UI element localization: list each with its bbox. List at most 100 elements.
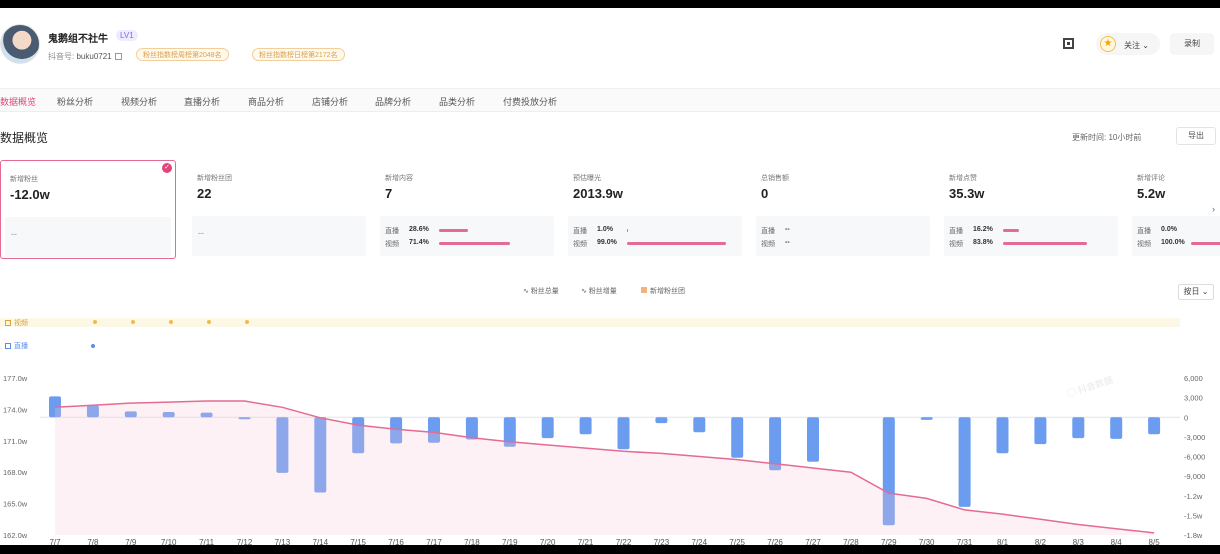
x-tick: 7/16 bbox=[388, 538, 404, 545]
tab-6[interactable]: 品牌分析 bbox=[375, 95, 411, 108]
x-tick: 7/20 bbox=[540, 538, 556, 545]
x-tick: 7/13 bbox=[275, 538, 291, 545]
split-pct: 71.4% bbox=[409, 239, 429, 246]
bar-fans-increment[interactable] bbox=[1072, 417, 1085, 439]
y-tick-left: 168.0w bbox=[3, 468, 28, 477]
metric-card[interactable]: ✓ 新增粉丝 -12.0w -- bbox=[0, 160, 176, 259]
line-icon: ∿ bbox=[523, 288, 531, 295]
app-window: 鬼鹅组不社牛 LV1 抖音号: buku0721 粉丝指数榜周榜第2048名 粉… bbox=[0, 8, 1220, 545]
x-tick: 8/4 bbox=[1111, 538, 1123, 545]
bar-fans-increment[interactable] bbox=[655, 417, 668, 424]
y-tick-right: -1.5w bbox=[1184, 511, 1203, 520]
tab-1[interactable]: 粉丝分析 bbox=[57, 95, 93, 108]
y-tick-right: -6,000 bbox=[1184, 453, 1205, 462]
granularity-select[interactable]: 按日 ⌄ bbox=[1178, 284, 1214, 300]
avatar[interactable] bbox=[0, 24, 40, 64]
split-row: 直播 16.2% bbox=[949, 226, 1019, 236]
star-icon[interactable]: ★ bbox=[1100, 36, 1116, 52]
split-name: 视频 bbox=[385, 241, 399, 248]
bar-fans-increment[interactable] bbox=[731, 417, 744, 458]
cards-next-arrow-icon[interactable]: › bbox=[1212, 204, 1215, 214]
tab-0[interactable]: 数据概览 bbox=[0, 95, 36, 108]
bar-fans-increment[interactable] bbox=[541, 417, 554, 439]
legend-item-increment[interactable]: ∿ 粉丝增量 bbox=[581, 286, 617, 296]
metric-label: 新增内容 bbox=[385, 175, 413, 182]
record-button[interactable]: 录制 bbox=[1170, 33, 1214, 55]
x-tick: 7/22 bbox=[616, 538, 632, 545]
video-marker[interactable] bbox=[130, 320, 135, 324]
bar-fans-increment[interactable] bbox=[807, 417, 819, 462]
metric-card[interactable]: 总销售额 0 直播 -- 视频 -- bbox=[752, 160, 934, 259]
split-row: 直播 0.0% bbox=[1137, 226, 1177, 236]
y-tick-right: -3,000 bbox=[1184, 433, 1205, 442]
legend-item-fan-group[interactable]: 新增粉丝团 bbox=[641, 286, 685, 296]
account-id: 抖音号: buku0721 bbox=[48, 51, 122, 62]
metric-label: 新增评论 bbox=[1137, 175, 1165, 182]
live-marker[interactable] bbox=[90, 344, 95, 348]
split-pct: 100.0% bbox=[1161, 239, 1185, 246]
metric-split: 直播 -- 视频 -- bbox=[756, 216, 930, 256]
split-bar bbox=[627, 242, 726, 245]
metric-card[interactable]: 新增粉丝团 22 -- bbox=[188, 160, 370, 259]
metric-value: 7 bbox=[385, 186, 393, 201]
video-marker[interactable] bbox=[93, 320, 97, 324]
tab-7[interactable]: 品类分析 bbox=[439, 95, 475, 108]
metric-card[interactable]: 新增评论 5.2w 直播 0.0% 视频 100.0% bbox=[1128, 160, 1220, 259]
x-tick: 7/23 bbox=[654, 538, 670, 545]
bar-fans-increment[interactable] bbox=[1034, 417, 1047, 445]
x-tick: 7/28 bbox=[843, 538, 859, 545]
bar-fans-increment[interactable] bbox=[693, 417, 706, 433]
metric-value: 2013.9w bbox=[573, 186, 623, 201]
follow-label[interactable]: 关注 ⌄ bbox=[1124, 40, 1149, 51]
metric-card[interactable]: 新增点赞 35.3w 直播 16.2% 视频 83.8% bbox=[940, 160, 1122, 259]
metric-label: 总销售额 bbox=[761, 175, 789, 182]
x-tick: 7/24 bbox=[692, 538, 708, 545]
bar-fans-increment[interactable] bbox=[769, 417, 782, 471]
bar-fans-increment[interactable] bbox=[996, 417, 1009, 454]
copy-icon[interactable] bbox=[114, 53, 122, 60]
export-button[interactable]: 导出 bbox=[1176, 127, 1216, 145]
legend-item-total[interactable]: ∿ 粉丝总量 bbox=[523, 286, 559, 296]
x-tick: 7/17 bbox=[426, 538, 442, 545]
x-tick: 7/12 bbox=[237, 538, 253, 545]
rank-badge-week[interactable]: 粉丝指数榜周榜第2048名 bbox=[136, 48, 229, 61]
split-pct: -- bbox=[785, 239, 790, 246]
y-tick-left: 165.0w bbox=[3, 500, 28, 509]
video-marker[interactable] bbox=[168, 320, 173, 324]
video-marker[interactable] bbox=[206, 320, 211, 324]
split-pct: 83.8% bbox=[973, 239, 993, 246]
metric-card[interactable]: 新增内容 7 直播 28.6% 视频 71.4% bbox=[376, 160, 558, 259]
x-tick: 7/11 bbox=[199, 538, 215, 545]
x-tick: 7/10 bbox=[161, 538, 177, 545]
x-tick: 7/21 bbox=[578, 538, 594, 545]
split-pct: 16.2% bbox=[973, 226, 993, 233]
bar-fans-increment[interactable] bbox=[465, 417, 478, 440]
rank-badge-day[interactable]: 粉丝指数榜日榜第2172名 bbox=[252, 48, 345, 61]
x-tick: 7/30 bbox=[919, 538, 935, 545]
bar-fans-increment[interactable] bbox=[958, 417, 971, 507]
tab-5[interactable]: 店铺分析 bbox=[312, 95, 348, 108]
split-bar bbox=[439, 242, 510, 245]
y-tick-left: 177.0w bbox=[3, 374, 28, 383]
check-icon: ✓ bbox=[162, 163, 172, 173]
metric-value: 0 bbox=[761, 186, 769, 201]
y-tick-right: -1.2w bbox=[1184, 492, 1203, 501]
tab-3[interactable]: 直播分析 bbox=[184, 95, 220, 108]
bar-fans-increment[interactable] bbox=[617, 417, 630, 450]
tab-8[interactable]: 付费投放分析 bbox=[503, 95, 557, 108]
y-tick-right: -9,000 bbox=[1184, 472, 1205, 481]
qrcode-icon[interactable] bbox=[1063, 38, 1074, 49]
video-marker[interactable] bbox=[244, 320, 249, 324]
split-bar bbox=[1003, 229, 1019, 232]
tab-4[interactable]: 商品分析 bbox=[248, 95, 284, 108]
y-tick-left: 171.0w bbox=[3, 437, 28, 446]
bar-fans-increment[interactable] bbox=[1110, 417, 1123, 439]
bar-fans-increment[interactable] bbox=[1148, 417, 1161, 435]
bar-fans-increment[interactable] bbox=[920, 417, 933, 420]
bar-fans-increment[interactable] bbox=[579, 417, 592, 435]
tab-2[interactable]: 视频分析 bbox=[121, 95, 157, 108]
x-tick: 7/7 bbox=[49, 538, 61, 545]
y-tick-right: 0 bbox=[1184, 413, 1188, 422]
metric-card[interactable]: 预估曝光 2013.9w 直播 1.0% 视频 99.0% bbox=[564, 160, 746, 259]
account-id-label: 抖音号: bbox=[48, 52, 75, 61]
